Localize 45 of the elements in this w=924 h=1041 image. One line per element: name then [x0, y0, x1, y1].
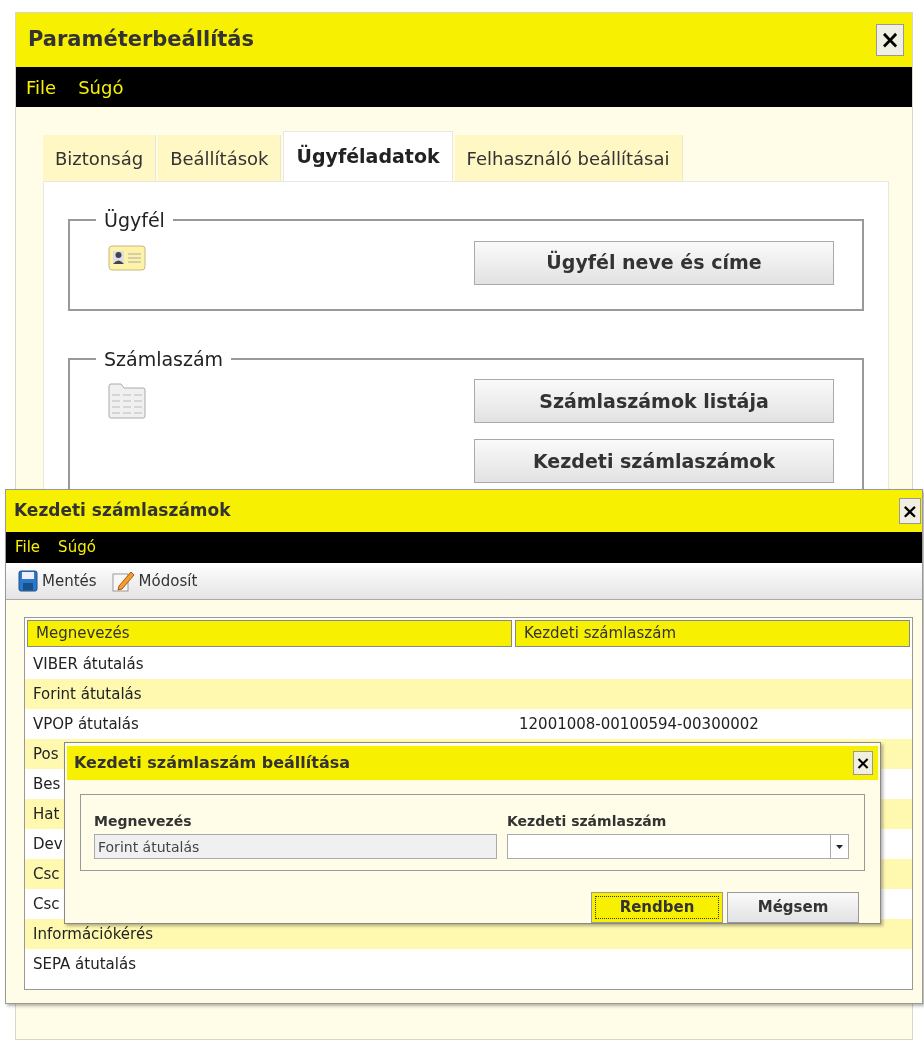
dialog-button[interactable]: Mégsem: [727, 892, 859, 923]
table-cell-text: Információkérés: [33, 923, 153, 945]
table-cell-text: Hat: [33, 803, 60, 825]
close-button[interactable]: ×: [899, 498, 921, 524]
table-cell-text: 12001008-00100594-00300002: [519, 713, 759, 735]
dialog-button[interactable]: Rendben: [591, 892, 723, 923]
action-button[interactable]: Számlaszámok listája: [474, 379, 834, 423]
field-label: Kezdeti számlaszám: [507, 812, 668, 831]
column-header: Kezdeti számlaszám: [514, 620, 910, 647]
window-title: Kezdeti számlaszámok: [14, 499, 231, 523]
table-cell-text: Csc: [33, 863, 60, 885]
toolbar-button[interactable]: Módosít: [110, 569, 198, 593]
table-cell-text: Dev: [33, 833, 63, 855]
action-button[interactable]: Kezdeti számlaszámok: [474, 439, 834, 483]
menu-item[interactable]: Súgó: [78, 73, 124, 101]
tab[interactable]: Felhasználó beállításai: [454, 135, 683, 181]
tab[interactable]: Biztonság: [43, 135, 157, 181]
window-title: Paraméterbeállítás: [28, 26, 255, 54]
table-cell-text: Csc: [33, 893, 60, 915]
table-cell-text: VIBER átutalás: [33, 653, 144, 675]
table-cell-text: Bes: [33, 773, 61, 795]
dialog-title: Kezdeti számlaszám beállítása: [74, 752, 351, 774]
menu-item[interactable]: File: [26, 73, 57, 101]
table-cell-text: Forint átutalás: [33, 683, 142, 705]
id-card-icon: [108, 244, 146, 271]
toolbar-button[interactable]: Mentés: [18, 569, 97, 593]
menu-item[interactable]: Súgó: [58, 536, 96, 559]
pencil-note-icon: [110, 570, 135, 592]
close-button[interactable]: ×: [876, 24, 904, 56]
field-label: Megnevezés: [94, 812, 193, 831]
action-button[interactable]: Ügyfél neve és címe: [474, 240, 834, 285]
tab[interactable]: Ügyféladatok: [283, 131, 453, 181]
table-row[interactable]: Forint átutalás: [25, 679, 912, 709]
column-header: Megnevezés: [27, 620, 512, 647]
tab[interactable]: Beállítások: [158, 135, 282, 181]
table-cell-text: Pos: [33, 743, 59, 765]
group-label: Ügyfél: [103, 208, 166, 233]
caret-icon: [836, 844, 843, 849]
menu-item[interactable]: File: [15, 536, 41, 559]
table-cell-text: VPOP átutalás: [33, 713, 139, 735]
close-button[interactable]: ×: [853, 751, 873, 775]
table-cell-text: SEPA átutalás: [33, 953, 136, 975]
folder-list-icon: [108, 383, 146, 419]
dropdown-field[interactable]: [507, 834, 849, 859]
group-label: Számlaszám: [103, 346, 225, 372]
